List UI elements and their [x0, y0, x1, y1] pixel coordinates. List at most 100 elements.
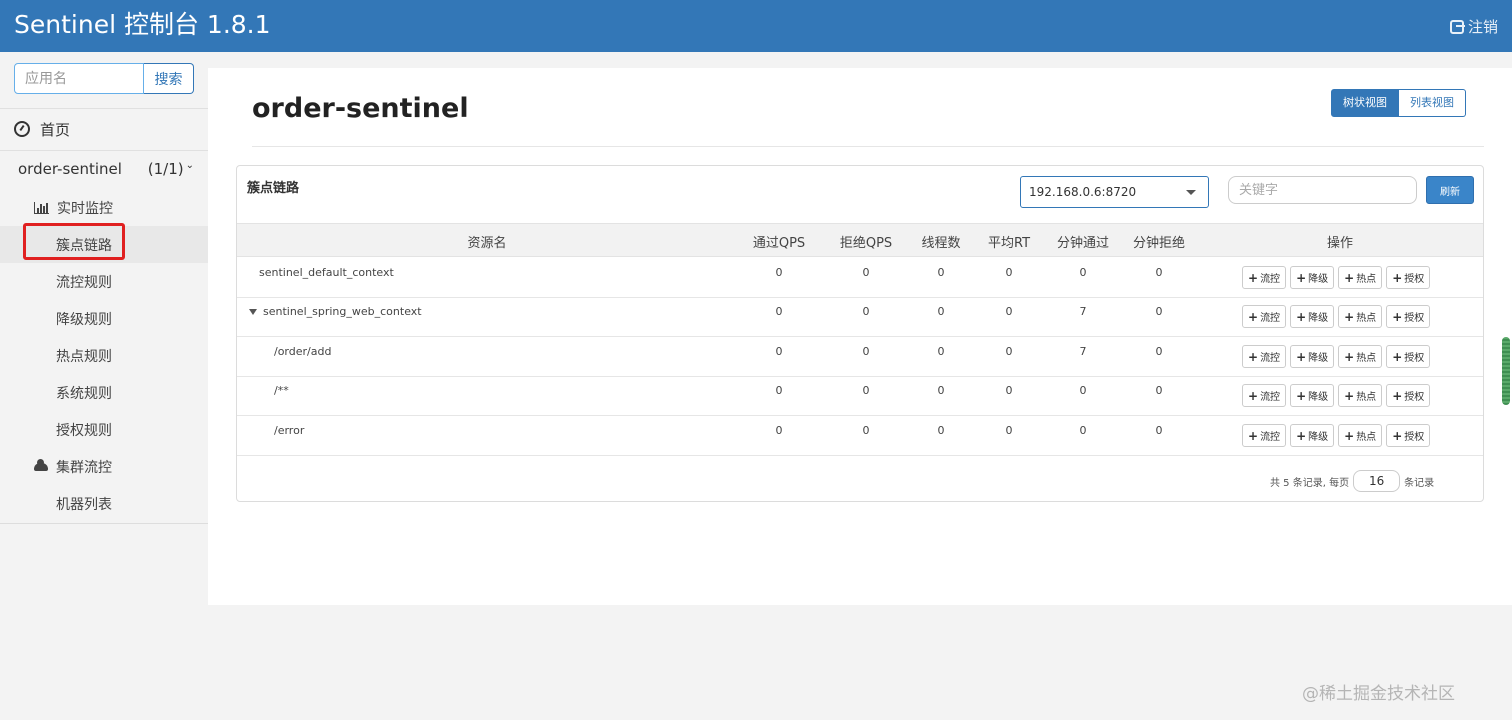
logout-label: 注销	[1467, 18, 1498, 36]
plus-icon: +	[1296, 309, 1307, 324]
action-label: 授权	[1404, 313, 1425, 324]
sidebar-item-flow-rules[interactable]: 流控规则	[0, 263, 208, 300]
sidebar-item-home[interactable]: 首页	[14, 119, 70, 139]
column-header: 线程数	[921, 236, 961, 251]
sidebar-item-label: 流控规则	[56, 274, 112, 291]
resource-name: /order/add	[274, 345, 332, 358]
app-search-input[interactable]	[14, 63, 144, 94]
action-label: 流控	[1260, 353, 1281, 364]
add-flow-rule-button[interactable]: + 流控	[1242, 266, 1287, 289]
sidebar-item-realtime-monitor[interactable]: 实时监控	[0, 189, 208, 226]
add-authority-rule-button[interactable]: + 授权	[1386, 384, 1431, 407]
metric-cell-pass-qps: 0	[775, 384, 783, 397]
sidebar-item-label: 首页	[40, 120, 71, 139]
add-flow-rule-button[interactable]: + 流控	[1242, 345, 1287, 368]
page-title: order-sentinel	[252, 93, 469, 124]
tree-view-button[interactable]: 树状视图	[1331, 89, 1399, 117]
sidebar-item-degrade-rules[interactable]: 降级规则	[0, 300, 208, 337]
action-label: 授权	[1404, 353, 1425, 364]
metric-cell-avg-rt: 0	[1005, 424, 1013, 437]
action-label: 降级	[1308, 432, 1329, 443]
resource-name: /error	[274, 424, 305, 437]
plus-icon: +	[1296, 349, 1307, 364]
metric-cell-min-pass: 0	[1079, 266, 1087, 279]
plus-icon: +	[1344, 428, 1355, 443]
list-view-button[interactable]: 列表视图	[1399, 89, 1466, 117]
action-label: 热点	[1356, 392, 1377, 403]
app-instance-count: (1/1) ⌄	[147, 160, 194, 179]
divider	[0, 108, 208, 109]
add-flow-rule-button[interactable]: + 流控	[1242, 384, 1287, 407]
add-degrade-rule-button[interactable]: + 降级	[1290, 305, 1335, 328]
metric-cell-threads: 0	[937, 384, 945, 397]
sidebar-item-hotspot-rules[interactable]: 热点规则	[0, 337, 208, 374]
sidebar-item-label: 授权规则	[56, 422, 112, 439]
plus-icon: +	[1248, 309, 1259, 324]
row-actions: + 流控 + 降级 + 热点 + 授权	[1242, 345, 1431, 368]
action-label: 热点	[1356, 274, 1377, 285]
logout-link[interactable]: 注销	[1449, 16, 1498, 37]
metric-cell-block-qps: 0	[862, 305, 870, 318]
sidebar-item-cluster-flow[interactable]: 集群流控	[0, 448, 208, 485]
brand-title[interactable]: Sentinel 控制台 1.8.1	[14, 8, 271, 42]
add-flow-rule-button[interactable]: + 流控	[1242, 424, 1287, 447]
refresh-button[interactable]: 刷新	[1426, 176, 1474, 204]
metric-cell-pass-qps: 0	[775, 266, 783, 279]
add-degrade-rule-button[interactable]: + 降级	[1290, 266, 1335, 289]
page-size-input[interactable]: 16	[1353, 470, 1401, 492]
sidebar-item-label: 集群流控	[56, 459, 112, 476]
add-hotspot-rule-button[interactable]: + 热点	[1338, 305, 1383, 328]
add-authority-rule-button[interactable]: + 授权	[1386, 345, 1431, 368]
sidebar-item-label: 机器列表	[56, 496, 112, 513]
add-hotspot-rule-button[interactable]: + 热点	[1338, 266, 1383, 289]
metric-cell-block-qps: 0	[862, 384, 870, 397]
action-label: 降级	[1308, 274, 1329, 285]
metric-cell-min-block: 0	[1155, 424, 1163, 437]
plus-icon: +	[1392, 388, 1403, 403]
metric-cell-min-pass: 0	[1079, 384, 1087, 397]
column-header: 分钟通过	[1056, 236, 1110, 251]
sidebar-item-machine-list[interactable]: 机器列表	[0, 485, 208, 522]
sidebar-app-order-sentinel[interactable]: order-sentinel (1/1) ⌄	[18, 160, 194, 179]
metric-cell-pass-qps: 0	[775, 345, 783, 358]
table-row: sentinel_default_context 0 0 0 0 0 0 + 流控 + 降级 + 热点 +…	[237, 258, 1483, 298]
add-hotspot-rule-button[interactable]: + 热点	[1338, 384, 1383, 407]
add-authority-rule-button[interactable]: + 授权	[1386, 266, 1431, 289]
machine-select[interactable]: 192.168.0.6:8720	[1020, 176, 1209, 208]
app-count-text: (1/1)	[147, 160, 184, 178]
add-flow-rule-button[interactable]: + 流控	[1242, 305, 1287, 328]
plus-icon: +	[1248, 270, 1259, 285]
pager-prefix: 共 5 条记录, 每页	[1270, 477, 1350, 489]
add-authority-rule-button[interactable]: + 授权	[1386, 424, 1431, 447]
bar-chart-icon	[34, 201, 49, 214]
tree-expand-icon[interactable]	[249, 309, 257, 315]
resource-panel: 簇点链路 192.168.0.6:8720 刷新 资源名 通过QPS 拒绝QPS…	[236, 165, 1484, 502]
action-label: 流控	[1260, 274, 1281, 285]
metric-cell-threads: 0	[937, 424, 945, 437]
row-actions: + 流控 + 降级 + 热点 + 授权	[1242, 384, 1431, 407]
sidebar-item-system-rules[interactable]: 系统规则	[0, 374, 208, 411]
keyword-input[interactable]	[1228, 176, 1417, 204]
scrollbar[interactable]	[1502, 337, 1510, 405]
action-label: 降级	[1308, 392, 1329, 403]
add-hotspot-rule-button[interactable]: + 热点	[1338, 424, 1383, 447]
add-authority-rule-button[interactable]: + 授权	[1386, 305, 1431, 328]
sidebar-item-cluster-node-chain[interactable]: 簇点链路	[0, 226, 208, 263]
app-search-button[interactable]: 搜索	[144, 63, 194, 94]
add-hotspot-rule-button[interactable]: + 热点	[1338, 345, 1383, 368]
action-label: 热点	[1356, 353, 1377, 364]
pagination: 共 5 条记录, 每页 16 条记录	[1270, 470, 1434, 492]
add-degrade-rule-button[interactable]: + 降级	[1290, 424, 1335, 447]
caret-down-icon	[1186, 190, 1196, 195]
pager-suffix: 条记录	[1404, 477, 1435, 489]
add-degrade-rule-button[interactable]: + 降级	[1290, 345, 1335, 368]
add-degrade-rule-button[interactable]: + 降级	[1290, 384, 1335, 407]
column-header: 分钟拒绝	[1132, 236, 1186, 251]
metric-cell-min-block: 0	[1155, 266, 1163, 279]
sidebar: 搜索 首页 order-sentinel (1/1) ⌄ 实时监控 簇点链路 流…	[0, 52, 208, 524]
metric-cell-pass-qps: 0	[775, 305, 783, 318]
plus-icon: +	[1248, 388, 1259, 403]
resource-name: sentinel_spring_web_context	[263, 305, 422, 318]
divider	[252, 146, 1484, 147]
sidebar-item-authority-rules[interactable]: 授权规则	[0, 411, 208, 448]
